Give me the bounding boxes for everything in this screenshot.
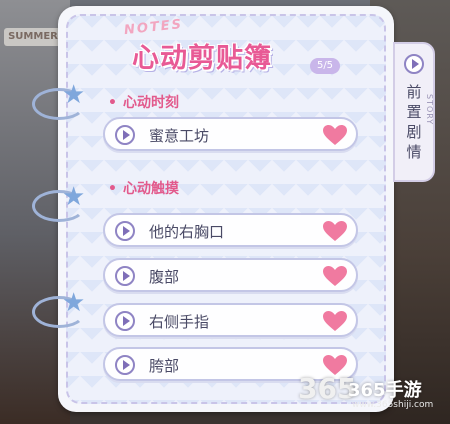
bullet-dot: • bbox=[108, 95, 117, 111]
story-tab-label: 前置剧情 bbox=[406, 83, 422, 161]
prologue-story-tab[interactable]: 前置剧情 STORY bbox=[393, 42, 435, 182]
play-icon[interactable] bbox=[115, 311, 135, 331]
collection-count-badge: 5/5 bbox=[310, 58, 340, 74]
clipbook-title: 心动剪贴簿 bbox=[132, 43, 272, 74]
heart-icon[interactable] bbox=[322, 124, 348, 146]
watermark-url: www.365shiji.com bbox=[352, 400, 434, 410]
clipbook-header: NOTES 心动剪贴簿 5/5 bbox=[120, 16, 340, 80]
section-label: 心动时刻 bbox=[122, 95, 179, 111]
heart-icon[interactable] bbox=[322, 310, 348, 332]
play-icon[interactable] bbox=[115, 355, 135, 375]
play-icon[interactable] bbox=[115, 221, 135, 241]
clip-item[interactable]: 蜜意工坊 bbox=[103, 117, 358, 151]
play-icon[interactable] bbox=[115, 125, 135, 145]
section-label: 心动触摸 bbox=[122, 181, 179, 197]
star-icon: ★ bbox=[62, 288, 86, 318]
clip-item-label: 蜜意工坊 bbox=[149, 127, 210, 145]
clip-item-label: 腹部 bbox=[149, 268, 180, 286]
bullet-dot: • bbox=[108, 181, 117, 197]
section-header: • 心动触摸 bbox=[108, 178, 179, 198]
clip-item[interactable]: 腹部 bbox=[103, 258, 358, 292]
story-tab-english: STORY bbox=[425, 94, 434, 126]
notes-label: NOTES bbox=[123, 16, 184, 39]
background-sign: SUMMER bbox=[4, 28, 62, 46]
watermark-text: 365手游 bbox=[348, 380, 422, 401]
play-icon[interactable] bbox=[115, 266, 135, 286]
section-header: • 心动时刻 bbox=[108, 92, 179, 112]
clip-item-label: 他的右胸口 bbox=[149, 223, 225, 241]
clip-item-label: 右侧手指 bbox=[149, 313, 210, 331]
clip-item[interactable]: 右侧手指 bbox=[103, 303, 358, 337]
star-icon: ★ bbox=[62, 182, 86, 212]
heart-icon[interactable] bbox=[322, 265, 348, 287]
play-icon[interactable] bbox=[404, 54, 424, 74]
star-icon: ★ bbox=[62, 80, 86, 110]
heart-icon[interactable] bbox=[322, 220, 348, 242]
clip-item-label: 胯部 bbox=[149, 357, 180, 375]
clip-item[interactable]: 他的右胸口 bbox=[103, 213, 358, 247]
